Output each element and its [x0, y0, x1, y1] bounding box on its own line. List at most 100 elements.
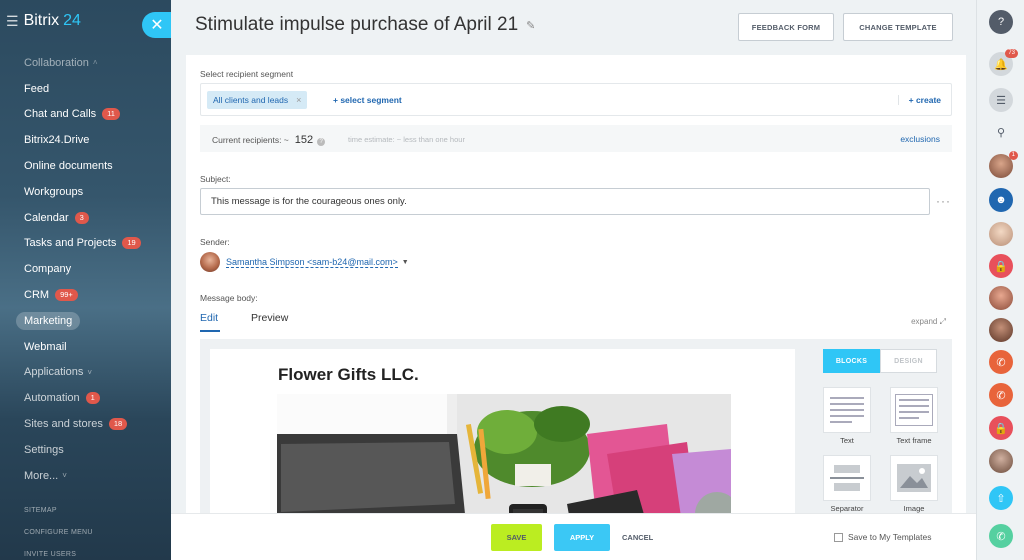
separator-block-icon-graphic	[830, 465, 864, 491]
logo[interactable]: ☰ Bitrix 24	[6, 12, 81, 30]
search-icon[interactable]: ⚲	[989, 120, 1013, 144]
user-avatar-icon[interactable]: 1	[989, 151, 1018, 178]
block-separator[interactable]: Separator	[823, 455, 871, 513]
right-rail: ? 🔔 73 ☰ ⚲ 1 ☻ 🔒 ✆ ✆ 🔒 ⇧ ✆	[976, 0, 1024, 560]
main-panel: Stimulate impulse purchase of April 21 ✎…	[171, 0, 976, 560]
user-avatar-icon[interactable]	[989, 222, 1013, 246]
sidebar-item-webmail[interactable]: Webmail	[0, 334, 171, 360]
sidebar-item-more[interactable]: More... ˅	[0, 463, 171, 489]
sidebar-item-tasks-and-projects[interactable]: Tasks and Projects 19	[0, 231, 171, 257]
sidebar-item-collaboration[interactable]: Collaboration ˄	[0, 50, 171, 76]
tab-blocks[interactable]: BLOCKS	[823, 349, 880, 373]
cancel-button[interactable]: CANCEL	[622, 533, 653, 542]
sidebar-item-label: Online documents	[24, 160, 113, 173]
phone-call-icon[interactable]: ✆	[989, 524, 1013, 548]
menu-icon[interactable]: ☰	[6, 13, 19, 30]
close-slider-button[interactable]: ✕	[142, 12, 172, 38]
sidebar-item-automation[interactable]: Automation 1	[0, 385, 171, 411]
sidebar-item-workgroups[interactable]: Workgroups	[0, 179, 171, 205]
expand-button[interactable]: expand ⤢	[911, 317, 946, 327]
sidebar-item-label: Workgroups	[24, 185, 84, 198]
sidebar-link-invite-users[interactable]: INVITE USERS	[24, 544, 93, 560]
counter-badge: 18	[108, 418, 128, 431]
apply-button[interactable]: APPLY	[554, 524, 610, 551]
sidebar-item-settings[interactable]: Settings	[0, 437, 171, 463]
edit-title-icon[interactable]: ✎	[526, 19, 535, 32]
remove-chip-icon[interactable]: ×	[296, 95, 301, 105]
sidebar-item-label: Feed	[24, 82, 50, 95]
user-avatar-icon[interactable]	[989, 318, 1013, 342]
user-avatar-icon[interactable]	[989, 286, 1013, 310]
sidebar-item-label: Sites and stores	[24, 418, 103, 431]
email-heading[interactable]: Flower Gifts LLC.	[278, 365, 419, 385]
tab-design[interactable]: DESIGN	[880, 349, 937, 373]
sidebar-item-calendar[interactable]: Calendar 3	[0, 205, 171, 231]
chevron-down-icon[interactable]: ▼	[402, 259, 409, 266]
segment-chip[interactable]: All clients and leads ×	[207, 91, 308, 109]
more-options-icon[interactable]: ···	[936, 194, 951, 208]
sidebar-item-online-documents[interactable]: Online documents	[0, 153, 171, 179]
chevron-down-icon: ˅	[62, 471, 67, 481]
time-estimate: time estimate: ~ less than one hour	[348, 135, 465, 144]
page-title-text: Stimulate impulse purchase of April 21	[195, 14, 519, 35]
subject-label: Subject:	[200, 174, 231, 184]
chat-icon[interactable]: ☰	[989, 88, 1013, 112]
sidebar-item-crm[interactable]: CRM 99+	[0, 282, 171, 308]
upload-icon[interactable]: ⇧	[989, 486, 1013, 510]
phone-icon[interactable]: ✆	[989, 350, 1013, 374]
text-block-icon	[823, 387, 871, 433]
recipients-count: 152	[294, 134, 314, 146]
block-text-frame[interactable]: Text frame	[890, 387, 938, 445]
sidebar-item-label: Settings	[24, 443, 64, 456]
sender-name[interactable]: Samantha Simpson <sam-b24@mail.com>	[226, 257, 398, 268]
block-image[interactable]: Image	[890, 455, 938, 513]
block-text-label: Text	[840, 436, 854, 445]
recipients-info: Current recipients: ~ 152?	[212, 134, 326, 146]
tab-preview[interactable]: Preview	[251, 312, 288, 324]
change-template-button[interactable]: CHANGE TEMPLATE	[843, 13, 953, 41]
save-template-checkbox[interactable]: Save to My Templates	[834, 532, 931, 542]
sidebar-item-company[interactable]: Company	[0, 256, 171, 282]
block-separator-label: Separator	[830, 504, 864, 513]
sidebar-item-marketing[interactable]: Marketing	[0, 308, 171, 334]
sidebar-link-sitemap[interactable]: SITEMAP	[24, 500, 93, 522]
image-block-icon-graphic	[897, 464, 931, 492]
help-icon[interactable]: ?	[317, 138, 326, 146]
help-icon[interactable]: ?	[989, 10, 1013, 34]
sender-selector[interactable]: Samantha Simpson <sam-b24@mail.com> ▼	[200, 252, 409, 272]
sidebar-item-feed[interactable]: Feed	[0, 76, 171, 102]
counter-badge: 1	[85, 392, 100, 405]
counter-badge: 11	[102, 108, 120, 121]
chevron-up-icon: ˄	[92, 58, 98, 68]
image-block-icon	[890, 455, 938, 501]
checkbox[interactable]	[834, 532, 843, 542]
lock-icon[interactable]: 🔒	[989, 254, 1013, 278]
feedback-form-button[interactable]: FEEDBACK FORM	[738, 13, 834, 41]
sidebar-item-applications[interactable]: Applications ˅	[0, 360, 171, 386]
save-button[interactable]: SAVE	[491, 524, 542, 551]
text-frame-block-icon-graphic	[895, 394, 933, 426]
subject-input[interactable]	[200, 188, 930, 215]
segment-label: Select recipient segment	[200, 69, 294, 79]
sidebar-item-label: CRM	[24, 289, 50, 302]
sidebar-item-label: Chat and Calls	[24, 108, 97, 121]
user-avatar-icon[interactable]	[989, 449, 1013, 473]
block-text[interactable]: Text	[823, 387, 871, 445]
create-segment-link[interactable]: + create	[897, 95, 941, 105]
lock-icon[interactable]: 🔒	[989, 416, 1013, 440]
sidebar-item-chat-and-calls[interactable]: Chat and Calls 11	[0, 102, 171, 128]
sidebar-item-sites-and-stores[interactable]: Sites and stores 18	[0, 411, 171, 437]
save-template-label: Save to My Templates	[848, 532, 932, 542]
phone-icon[interactable]: ✆	[989, 383, 1013, 407]
sidebar-link-configure-menu[interactable]: CONFIGURE MENU	[24, 522, 93, 544]
group-icon[interactable]: ☻	[989, 188, 1013, 212]
tab-edit[interactable]: Edit	[200, 312, 218, 324]
bell-icon[interactable]: 🔔 73	[989, 49, 1018, 76]
message-body-label: Message body:	[200, 293, 258, 303]
segment-selector[interactable]: All clients and leads × + select segment…	[200, 83, 952, 116]
exclusions-link[interactable]: exclusions	[900, 134, 940, 144]
select-segment-link[interactable]: + select segment	[333, 95, 402, 105]
sidebar-item-bitrix24-drive[interactable]: Bitrix24.Drive	[0, 127, 171, 153]
form-card: Select recipient segment All clients and…	[186, 55, 966, 560]
recipients-bar: Current recipients: ~ 152? time estimate:…	[200, 125, 952, 152]
